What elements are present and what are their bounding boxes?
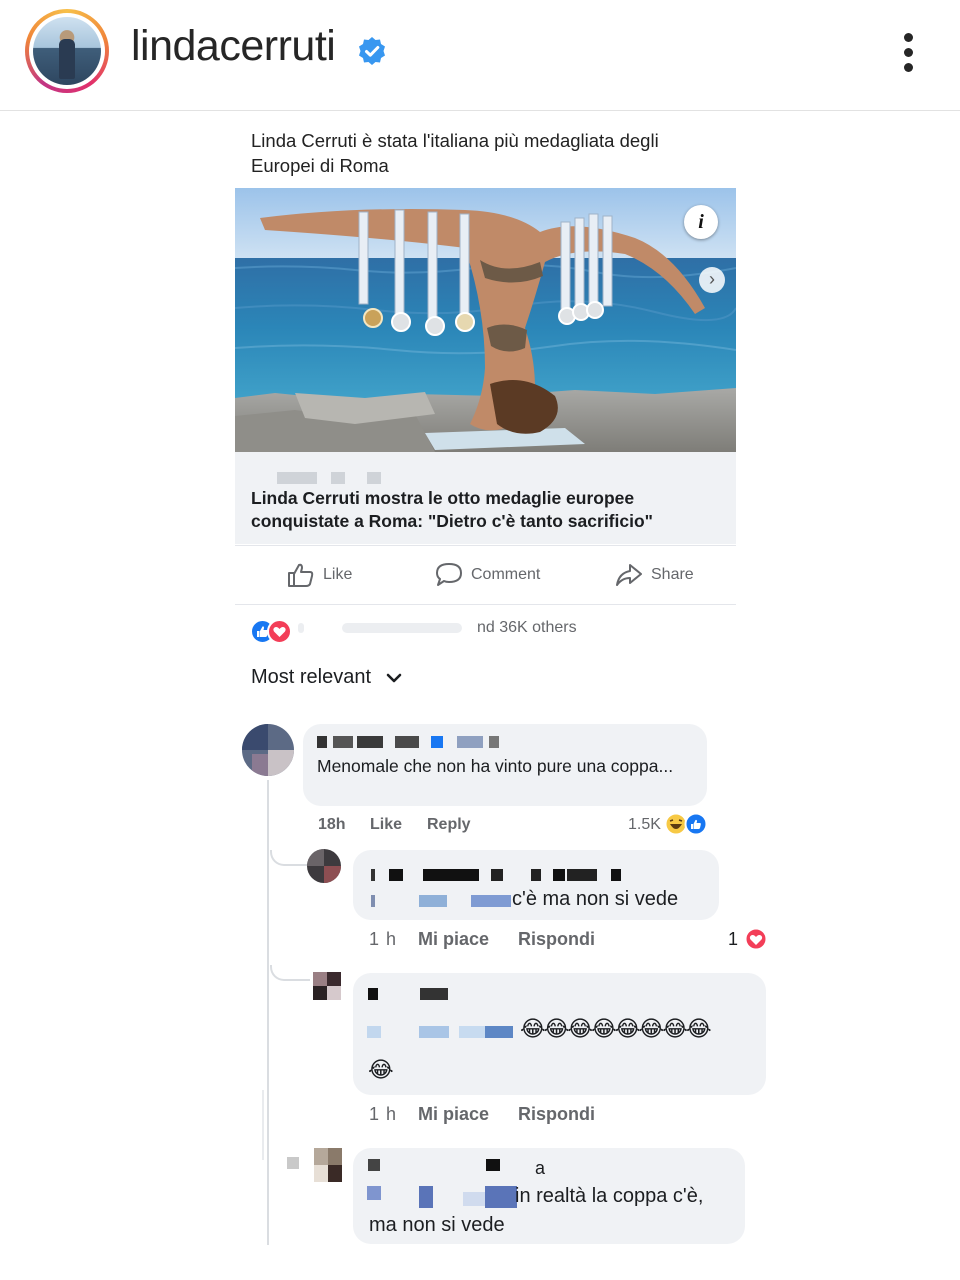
post-actions-bar: Like Comment Share — [235, 545, 736, 605]
comment-bubble: Menomale che non ha vinto pure una coppa… — [303, 724, 707, 806]
commenter-avatar[interactable] — [242, 724, 294, 776]
reply-name-redacted[interactable] — [371, 869, 621, 881]
reply-like-button[interactable]: Mi piace — [418, 1104, 489, 1125]
comment-like-button[interactable]: Like — [370, 816, 402, 834]
link-source-redacted — [251, 472, 381, 484]
comment-sort-dropdown[interactable]: Most relevant — [251, 666, 371, 689]
love-reaction-icon — [267, 619, 292, 644]
redacted-names — [298, 623, 304, 633]
comment-label: Comment — [471, 566, 541, 583]
verified-badge-icon — [359, 37, 385, 65]
reply-bubble: a in realtà la coppa c'è, ma non si vede — [353, 1148, 745, 1244]
reply-text: in realtà la coppa c'è, — [515, 1185, 704, 1207]
post-text: Linda Cerruti è stata l'italiana più med… — [251, 130, 659, 176]
profile-avatar[interactable] — [25, 9, 109, 93]
reply-name-suffix: a — [535, 1158, 546, 1178]
chevron-down-icon[interactable] — [386, 672, 402, 684]
reply-reaction-count[interactable]: 1 — [728, 929, 738, 950]
reply-time[interactable]: 1 h — [369, 929, 397, 950]
comment-button[interactable]: Comment — [435, 562, 540, 588]
chevron-right-icon[interactable]: › — [699, 267, 725, 293]
share-icon — [616, 564, 642, 586]
reply-emoji-text-2: 😂 — [368, 1058, 394, 1083]
instagram-post-header: lindacerruti — [0, 0, 960, 111]
like-label: Like — [323, 566, 353, 583]
reply-reply-button[interactable]: Rispondi — [518, 929, 595, 950]
reply-avatar[interactable] — [313, 972, 341, 1000]
link-title: Linda Cerruti mostra le otto medaglie eu… — [251, 488, 653, 531]
reply-name-redacted[interactable] — [368, 988, 458, 1000]
comment-reaction-count[interactable]: 1.5K — [628, 816, 661, 834]
reply-avatar[interactable] — [307, 849, 341, 883]
thumbs-up-icon — [288, 563, 314, 587]
reply-avatar[interactable] — [314, 1148, 342, 1182]
comment-time[interactable]: 18h — [318, 816, 346, 834]
reply-text: c'è ma non si vede — [512, 888, 679, 910]
reply-time[interactable]: 1 h — [369, 1104, 397, 1125]
like-button[interactable]: Like — [287, 562, 352, 588]
reply-text-2: ma non si vede — [369, 1214, 505, 1236]
reactions-summary[interactable]: nd 36K others — [250, 617, 610, 644]
love-reaction-icon — [744, 927, 768, 951]
reply-bubble: 😂😂😂😂😂😂😂😂 😂 — [353, 973, 766, 1095]
haha-like-reactions-icon — [664, 812, 708, 836]
more-vertical-icon[interactable] — [896, 30, 922, 74]
link-preview-card[interactable]: Linda Cerruti mostra le otto medaglie eu… — [235, 452, 736, 544]
share-label: Share — [651, 566, 694, 583]
info-icon[interactable]: i — [684, 205, 718, 239]
reply-name-redacted[interactable] — [368, 1159, 558, 1171]
reply-reply-button[interactable]: Rispondi — [518, 1104, 595, 1125]
share-button[interactable]: Share — [615, 562, 694, 588]
thread-line — [267, 780, 269, 1245]
comment-text: Menomale che non ha vinto pure una coppa… — [317, 756, 674, 776]
reply-like-button[interactable]: Mi piace — [418, 929, 489, 950]
reply-emoji-text: 😂😂😂😂😂😂😂😂 — [520, 1017, 712, 1042]
comment-reply-button[interactable]: Reply — [427, 816, 471, 834]
post-photo[interactable] — [235, 188, 736, 452]
comment-icon — [436, 563, 462, 586]
commenter-name-redacted[interactable] — [317, 736, 507, 748]
reactions-count: nd 36K others — [477, 619, 577, 636]
profile-username[interactable]: lindacerruti — [131, 22, 336, 71]
reply-bubble: c'è ma non si vede — [353, 850, 719, 920]
